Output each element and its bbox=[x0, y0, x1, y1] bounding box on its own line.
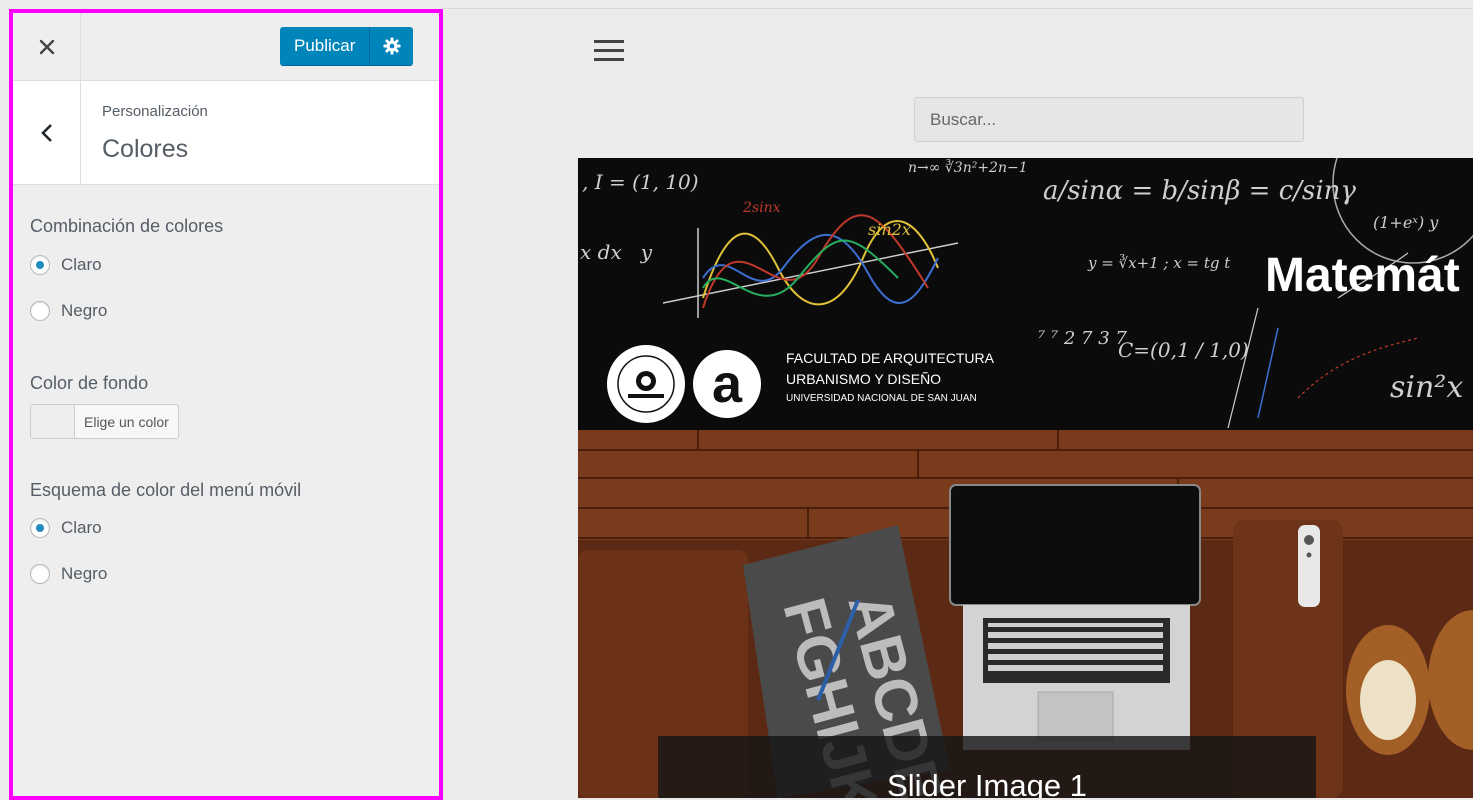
radio-label: Claro bbox=[61, 518, 102, 537]
chalk-text: 2sinx bbox=[743, 200, 781, 216]
gear-icon bbox=[383, 37, 401, 55]
radio-button[interactable] bbox=[30, 564, 50, 584]
customizer-sidebar: Publicar Personalización Colores Combina… bbox=[9, 9, 443, 800]
chalk-text: C=(0,1 / 1,0) bbox=[1118, 338, 1249, 362]
faculty-name-line3: UNIVERSIDAD NACIONAL DE SAN JUAN bbox=[786, 393, 977, 404]
faculty-name-line2: URBANISMO Y DISEÑO bbox=[786, 371, 942, 387]
chalk-text: sin2x bbox=[868, 220, 911, 239]
chalk-text: (1+eˣ) y bbox=[1373, 213, 1439, 232]
color-scheme-title: Combinación de colores bbox=[30, 216, 224, 236]
site-preview: Buscar... , I = (1, 10) x dx y 2sinx sin… bbox=[444, 0, 1473, 798]
section-header: Personalización Colores bbox=[13, 81, 439, 185]
radio-label: Negro bbox=[61, 301, 108, 320]
mobile-scheme-option-claro[interactable]: Claro bbox=[30, 518, 102, 538]
back-button[interactable] bbox=[13, 81, 81, 184]
chalk-text: a/sinα = b/sinβ = c/sinγ bbox=[1043, 176, 1356, 206]
divider bbox=[444, 8, 1473, 9]
radio-button[interactable] bbox=[30, 301, 50, 321]
chalk-text: sin²x bbox=[1390, 370, 1464, 405]
chalk-text: x dx y bbox=[580, 240, 653, 264]
color-picker-button[interactable]: Elige un color bbox=[30, 404, 179, 439]
faculty-a-logo: a bbox=[693, 350, 761, 418]
radio-label: Claro bbox=[61, 255, 102, 274]
search-input[interactable]: Buscar... bbox=[914, 97, 1304, 142]
publish-group: Publicar bbox=[280, 27, 414, 65]
breadcrumb: Personalización bbox=[102, 103, 208, 120]
color-scheme-option-claro[interactable]: Claro bbox=[30, 255, 102, 275]
mobile-menu-scheme-title: Esquema de color del menú móvil bbox=[30, 480, 302, 500]
chalk-text: n→∞ ∛3n²+2n−1 bbox=[908, 160, 1028, 176]
close-icon bbox=[39, 39, 54, 54]
faculty-name-line1: FACULTAD DE ARQUITECTURA bbox=[786, 350, 994, 366]
background-color-title: Color de fondo bbox=[30, 373, 149, 393]
publish-button[interactable]: Publicar bbox=[280, 27, 371, 65]
chalk-text: , I = (1, 10) bbox=[582, 170, 699, 194]
close-button[interactable] bbox=[13, 13, 81, 80]
publish-settings-button[interactable] bbox=[370, 27, 414, 65]
slider-caption: Slider Image 1 bbox=[658, 736, 1316, 798]
radio-button[interactable] bbox=[30, 518, 50, 538]
chalk-text: y = ∛x+1 ; x = tg t bbox=[1088, 254, 1231, 272]
section-title: Colores bbox=[102, 135, 189, 163]
radio-button[interactable] bbox=[30, 255, 50, 275]
radio-label: Negro bbox=[61, 564, 108, 583]
color-picker-label: Elige un color bbox=[84, 413, 169, 430]
hamburger-icon[interactable] bbox=[594, 40, 624, 67]
mobile-scheme-option-negro[interactable]: Negro bbox=[30, 564, 107, 584]
site-title[interactable]: Matemát bbox=[1265, 248, 1460, 303]
color-swatch[interactable] bbox=[31, 405, 75, 438]
svg-text:a: a bbox=[712, 354, 743, 414]
color-scheme-option-negro[interactable]: Negro bbox=[30, 301, 107, 321]
chevron-left-icon bbox=[40, 123, 52, 142]
header-banner: , I = (1, 10) x dx y 2sinx sin2x n→∞ ∛3n… bbox=[578, 158, 1473, 430]
slider-caption-text: Slider Image 1 bbox=[887, 768, 1087, 798]
chalk-text: ⁷ ⁷ 2 7 3 7 bbox=[1038, 328, 1127, 349]
university-seal-logo bbox=[607, 345, 685, 423]
customizer-header: Publicar bbox=[13, 13, 439, 81]
